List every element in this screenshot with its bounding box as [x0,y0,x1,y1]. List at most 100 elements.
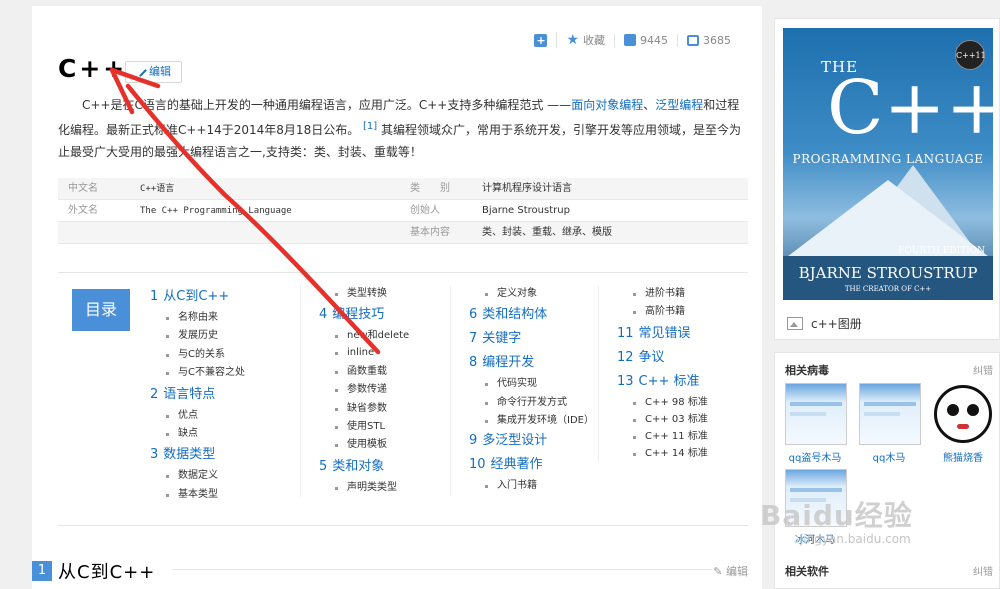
toc-section-title: 编程技巧 [332,307,385,323]
toc-section-number: 6 [469,307,478,323]
table-of-contents: 目录 1 从C到C++ 名称由来 发展历史 与C的关系 与C不兼容之处 2 语言特点 优点 缺点 3… [58,272,748,526]
toc-subitem[interactable]: 优点 [150,407,280,425]
toc-subitem[interactable]: 定义对象 [451,285,590,303]
star-icon: ★ [566,32,579,48]
toc-section-title: 类和对象 [332,458,385,474]
toc-subitem[interactable]: inline [301,344,432,362]
book-cover-image[interactable]: C++11 THE C++ PROGRAMMING LANGUAGE FOURT… [783,28,993,300]
toc-section[interactable]: 4 编程技巧 [301,303,432,327]
info-row: 基本内容 类、封装、重载、继承、模版 [58,222,748,244]
info-key: 创始人 [410,205,440,216]
toc-subitem[interactable]: C++ 03 标准 [599,411,738,428]
toc-section-title: 争议 [638,349,665,365]
toc-subitem[interactable]: C++ 98 标准 [599,394,738,411]
link-oop[interactable]: 面向对象编程 [571,98,643,112]
toc-subitem[interactable]: 高阶书籍 [599,303,738,321]
toc-section-number: 1 [150,289,159,304]
toc-section[interactable]: 3 数据类型 [150,443,280,467]
toc-subitem[interactable]: 入门书籍 [451,477,590,495]
toc-section[interactable]: 6 类和结构体 [451,303,590,327]
link-generic[interactable]: 泛型编程 [655,98,703,112]
toc-section[interactable]: 5 类和对象 [301,455,432,479]
toc-section-title: 类和结构体 [482,307,548,323]
toc-subitem[interactable]: 缺点 [150,425,280,443]
section-title: 从C到C++ [58,562,156,583]
toc-column-3: 定义对象 6 类和结构体 7 关键字 8 编程开发 代码实现 命令行开发方式 集成开发环境（IDE… [450,285,594,496]
toc-subitem[interactable]: 集成开发环境（IDE） [451,412,594,429]
toc-subitem[interactable]: C++ 14 标准 [599,445,738,462]
toc-subitem[interactable]: 名称由来 [150,309,280,327]
toc-subitem[interactable]: 代码实现 [451,375,590,393]
related-name: qq盗号木马 [788,453,842,464]
collect-label: 收藏 [583,34,605,47]
toc-subitem[interactable]: 缺省参数 [301,400,432,418]
watermark-url: jingyan.baidu.com [800,532,911,546]
edit-label: 编辑 [149,65,171,78]
toc-subitem[interactable]: 进阶书籍 [599,285,738,303]
correct-link[interactable]: 纠错 [973,362,993,377]
toc-section[interactable]: 7 关键字 [451,327,590,351]
add-button[interactable]: + [525,33,556,47]
panda-icon [934,385,992,443]
toc-section-title: 常见错误 [638,325,691,341]
toc-subitem[interactable]: 命令行开发方式 [451,394,590,412]
toc-section-number: 5 [319,458,328,474]
share-icon [687,34,699,46]
related-item[interactable]: 熊猫烧香 [933,383,993,464]
correct-link[interactable]: 纠错 [973,563,993,578]
toc-subitem[interactable]: 类型转换 [301,285,432,303]
pencil-icon [134,64,147,77]
toc-subitem[interactable]: 函数重载 [301,363,432,381]
toc-section[interactable]: 9 多泛型设计 [451,429,590,453]
like-button[interactable]: 9445 [614,33,677,47]
album-link[interactable]: c++图册 [787,315,862,332]
toc-section[interactable]: 10 经典著作 [451,453,590,477]
toc-subitem[interactable]: 使用STL [301,418,432,436]
toc-section-title: 数据类型 [163,447,216,463]
related-name: qq木马 [872,453,906,464]
toc-section[interactable]: 12 争议 [599,346,738,370]
info-value: C++语言 [140,184,175,194]
toc-section-title: 经典著作 [490,457,543,473]
related-name: 熊猫烧香 [943,453,983,464]
book-cover-card[interactable]: C++11 THE C++ PROGRAMMING LANGUAGE FOURT… [774,18,1000,340]
toc-section[interactable]: 13 C++ 标准 [599,370,738,394]
toc-subitem[interactable]: 与C不兼容之处 [150,364,280,382]
toc-section[interactable]: 11 常见错误 [599,322,738,346]
toc-subitem[interactable]: 与C的关系 [150,346,280,364]
toc-section[interactable]: 2 语言特点 [150,383,280,407]
toc-section-title: 多泛型设计 [482,433,548,449]
toc-section-number: 13 [617,373,634,389]
toc-subitem[interactable]: 基本类型 [150,486,280,504]
toc-subitem[interactable]: 数据定义 [150,467,280,485]
cover-subtitle: PROGRAMMING LANGUAGE [792,152,984,166]
thumbs-up-icon [624,34,636,46]
toc-section[interactable]: 1 从C到C++ [150,285,280,309]
reference-link[interactable]: [1] [363,121,377,132]
toc-subitem[interactable]: new和delete [301,327,432,344]
cover-creator: THE CREATOR OF C++ [844,285,932,293]
related-item[interactable]: qq木马 [859,383,921,464]
toc-subitem[interactable]: 发展历史 [150,327,280,345]
page-title: C++ [58,54,128,83]
toc-section-number: 8 [469,355,478,371]
toc-subitem[interactable]: 声明类类型 [301,479,432,497]
toc-section-title: 语言特点 [163,386,216,402]
toc-section-title: 关键字 [482,331,522,347]
section-edit-button[interactable]: ✎ 编辑 [713,563,748,579]
info-value: The C++ Programming Language [140,206,292,216]
related-item[interactable]: qq盗号木马 [785,383,847,464]
edit-button[interactable]: 编辑 [125,61,182,83]
toc-section-title: 编程开发 [482,355,535,371]
share-button[interactable]: 3685 [677,33,740,47]
plus-icon: + [534,33,548,47]
toc-subitem[interactable]: 参数传递 [301,381,432,399]
info-key: 基本内容 [410,227,450,238]
collect-button[interactable]: ★ 收藏 [556,32,614,48]
section-edit-label: 编辑 [726,565,748,578]
toc-subitem[interactable]: C++ 11 标准 [599,428,738,445]
toc-section-number: 10 [469,457,486,473]
toc-section[interactable]: 8 编程开发 [451,351,590,375]
toc-subitem[interactable]: 使用模板 [301,436,432,454]
baidu-watermark: Baidu经验 jingyan.baidu.com [760,494,950,574]
